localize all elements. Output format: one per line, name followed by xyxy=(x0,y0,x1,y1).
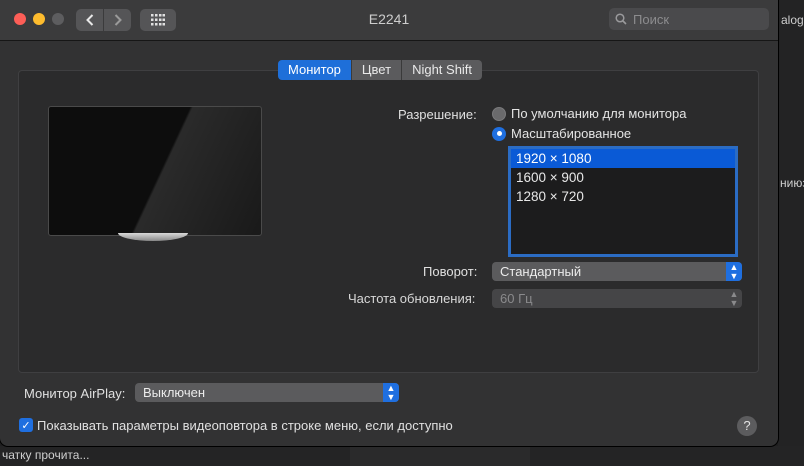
radio-off-icon xyxy=(492,106,506,121)
rotation-label: Поворот: xyxy=(423,264,478,279)
background-text-bottom: чатку прочита... xyxy=(2,448,90,462)
tab-night-shift[interactable]: Night Shift xyxy=(402,60,483,80)
title-bar: E2241 xyxy=(0,0,778,41)
monitor-screen-shine xyxy=(49,107,261,235)
background-text-top: alog xyxy=(781,13,804,27)
airplay-label: Монитор AirPlay: xyxy=(24,386,126,401)
radio-default-resolution[interactable]: По умолчанию для монитора xyxy=(492,106,686,121)
search-icon xyxy=(615,13,627,25)
airplay-select[interactable]: Выключен ▲ ▼ xyxy=(135,383,399,402)
monitor-illustration xyxy=(48,106,262,236)
rotation-select[interactable]: Стандартный ▲ ▼ xyxy=(492,262,742,281)
radio-scaled-resolution[interactable]: Масштабированное xyxy=(492,126,631,141)
resolution-list-item[interactable]: 1600 × 900 xyxy=(511,168,735,187)
background-mini-preview xyxy=(350,446,530,466)
refresh-rate-select-value: 60 Гц xyxy=(500,291,533,306)
search-input[interactable] xyxy=(631,10,765,28)
mirroring-checkbox-label[interactable]: Показывать параметры видеоповтора в стро… xyxy=(37,418,453,433)
rotation-select-value: Стандартный xyxy=(500,264,582,279)
background-app-panel xyxy=(778,0,804,466)
radio-default-label: По умолчанию для монитора xyxy=(511,106,687,121)
radio-scaled-label: Масштабированное xyxy=(511,126,632,141)
resolution-list-item[interactable]: 1920 × 1080 xyxy=(511,149,735,168)
tab-monitor[interactable]: Монитор xyxy=(278,60,352,80)
tab-color[interactable]: Цвет xyxy=(351,60,403,80)
radio-on-icon xyxy=(492,126,506,141)
resolution-list[interactable]: 1920 × 1080 1600 × 900 1280 × 720 xyxy=(508,146,738,257)
chevron-up-down-icon: ▲ ▼ xyxy=(383,383,399,402)
display-preferences-window: E2241 Монитор Цвет Night Shift Разрешени… xyxy=(0,0,778,446)
tab-bar: Монитор Цвет Night Shift xyxy=(278,60,483,80)
search-field[interactable] xyxy=(609,8,769,30)
chevron-up-down-icon: ▲ ▼ xyxy=(729,288,739,308)
chevron-up-down-icon: ▲ ▼ xyxy=(726,262,742,281)
checkmark-icon: ✓ xyxy=(21,419,31,432)
mirroring-checkbox[interactable]: ✓ xyxy=(19,418,33,432)
resolution-label: Разрешение: xyxy=(398,107,477,122)
refresh-rate-label: Частота обновления: xyxy=(348,291,476,306)
airplay-select-value: Выключен xyxy=(143,385,206,400)
background-text-mid: ниюз xyxy=(780,176,804,190)
help-button[interactable]: ? xyxy=(737,416,757,436)
refresh-rate-select[interactable]: 60 Гц ▲ ▼ xyxy=(492,289,742,308)
resolution-list-item[interactable]: 1280 × 720 xyxy=(511,187,735,206)
